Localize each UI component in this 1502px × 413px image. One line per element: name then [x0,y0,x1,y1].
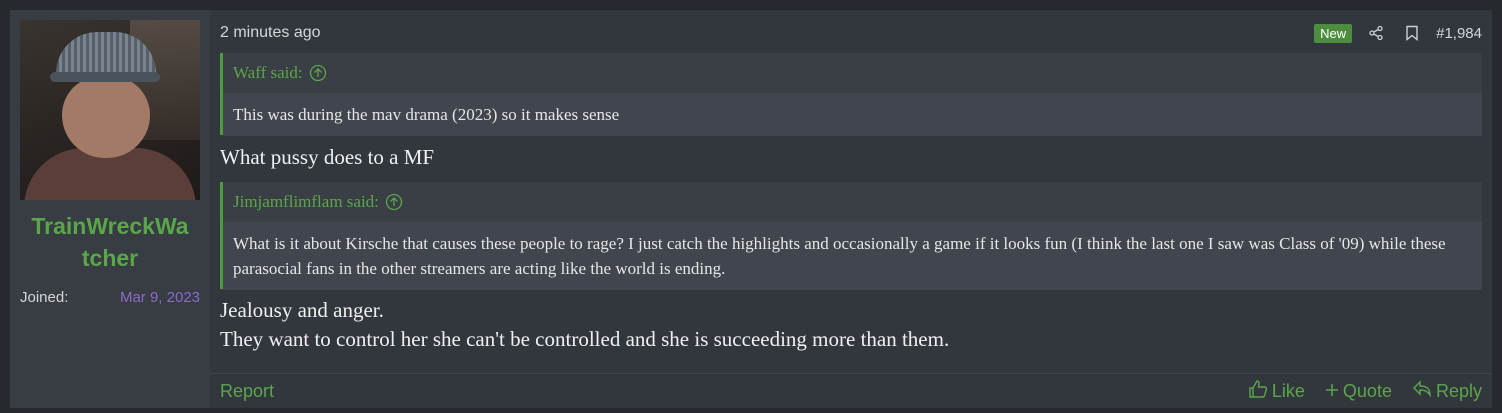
post-actions: Like Quote Reply [1248,379,1482,404]
like-label: Like [1271,380,1305,401]
quote-author[interactable]: Waff said: [233,63,303,83]
forum-post: TrainWreckWatcher Joined: Mar 9, 2023 2 … [10,10,1492,408]
share-icon[interactable] [1364,22,1388,44]
post-number[interactable]: #1,984 [1436,25,1482,42]
thumbs-up-icon [1248,379,1268,404]
avatar-cap-brim [50,72,160,82]
post-meta: 2 minutes ago New #1,984 [220,22,1482,44]
report-link[interactable]: Report [220,381,274,402]
reply-button[interactable]: Reply [1412,379,1482,403]
post-text-line: Jealousy and anger. [220,298,384,322]
post-footer: Report Like Quote Reply [210,373,1492,408]
reply-label: Reply [1435,380,1482,401]
avatar-face [62,76,150,158]
quote-block: Waff said: This was during the mav drama… [220,53,1482,136]
quote-body: This was during the mav drama (2023) so … [223,93,1482,136]
joined-date: Mar 9, 2023 [119,289,200,306]
quote-author[interactable]: Jimjamflimflam said: [233,192,379,212]
plus-icon [1325,381,1339,402]
post-text-line: They want to control her she can't be co… [220,327,950,351]
quote-block: Jimjamflimflam said: What is it about Ki… [220,182,1482,290]
user-info-panel: TrainWreckWatcher Joined: Mar 9, 2023 [10,10,210,408]
reply-icon [1412,379,1432,403]
quote-button[interactable]: Quote [1325,381,1392,402]
joined-label: Joined: [20,289,69,306]
quote-body: What is it about Kirsche that causes the… [223,222,1482,290]
quote-header[interactable]: Waff said: [223,53,1482,93]
post-text: Jealousy and anger. They want to control… [220,296,1482,354]
post-timestamp[interactable]: 2 minutes ago [220,24,321,42]
new-badge: New [1314,23,1353,43]
bookmark-icon[interactable] [1400,22,1424,44]
avatar[interactable] [20,20,200,200]
up-arrow-circle-icon[interactable] [385,193,403,211]
post-text: What pussy does to a MF [220,145,435,169]
joined-row: Joined: Mar 9, 2023 [20,288,200,308]
post-content: 2 minutes ago New #1,984 Waff said: This… [210,10,1492,408]
like-button[interactable]: Like [1248,379,1305,404]
up-arrow-circle-icon[interactable] [309,64,327,82]
quote-header[interactable]: Jimjamflimflam said: [223,182,1482,222]
username[interactable]: TrainWreckWatcher [10,210,210,274]
quote-label: Quote [1342,380,1392,401]
post-meta-actions: New #1,984 [1314,22,1482,44]
